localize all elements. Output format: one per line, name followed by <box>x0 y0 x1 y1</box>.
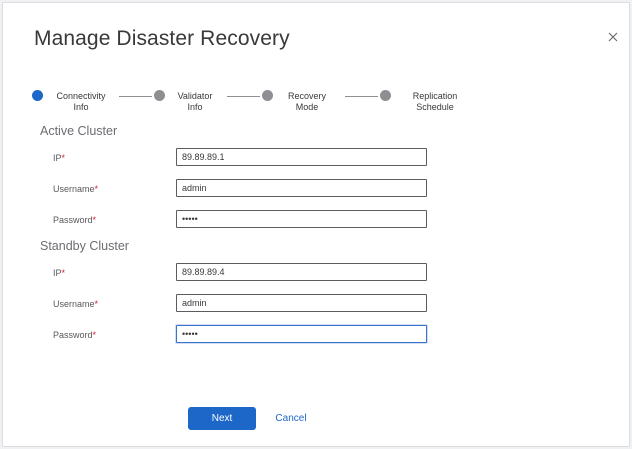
label-text: Username <box>53 299 95 309</box>
close-icon[interactable] <box>607 31 621 45</box>
active-password-input[interactable] <box>176 210 427 228</box>
standby-ip-input[interactable] <box>176 263 427 281</box>
standby-ip-label: IP* <box>53 268 65 278</box>
required-marker: * <box>94 184 99 194</box>
active-cluster-heading: Active Cluster <box>40 124 118 138</box>
label-text: Password <box>53 330 93 340</box>
step-label-line1: Validator <box>177 91 213 101</box>
step-validator-info[interactable]: Validator Info <box>155 91 235 113</box>
label-text: IP <box>53 153 62 163</box>
standby-username-input[interactable] <box>176 294 427 312</box>
step-dot-replication[interactable] <box>380 90 391 101</box>
label-text: Password <box>53 215 93 225</box>
required-marker: * <box>61 268 66 278</box>
standby-password-label: Password* <box>53 330 96 340</box>
active-username-label: Username* <box>53 184 98 194</box>
step-connectivity-info[interactable]: Connectivity Info <box>41 91 121 113</box>
step-label-line2: Mode <box>295 102 319 112</box>
step-recovery-mode[interactable]: Recovery Mode <box>267 91 347 113</box>
label-text: IP <box>53 268 62 278</box>
step-connector <box>119 96 152 97</box>
step-connector <box>227 96 260 97</box>
active-ip-input[interactable] <box>176 148 427 166</box>
active-password-label: Password* <box>53 215 96 225</box>
step-connector <box>345 96 378 97</box>
dialog-title: Manage Disaster Recovery <box>34 27 290 50</box>
required-marker: * <box>61 153 66 163</box>
step-label-line2: Info <box>187 102 203 112</box>
step-label-line2: Info <box>73 102 89 112</box>
step-label-line1: Connectivity <box>56 91 106 101</box>
required-marker: * <box>94 299 99 309</box>
active-username-input[interactable] <box>176 179 427 197</box>
required-marker: * <box>92 215 97 225</box>
standby-cluster-heading: Standby Cluster <box>40 239 129 253</box>
standby-password-input[interactable] <box>176 325 427 343</box>
active-ip-label: IP* <box>53 153 65 163</box>
step-replication-schedule[interactable]: Replication Schedule <box>395 91 475 113</box>
manage-disaster-recovery-dialog: Manage Disaster Recovery Connectivity In… <box>2 2 630 447</box>
required-marker: * <box>92 330 97 340</box>
step-label-line2: Schedule <box>416 102 454 112</box>
next-button[interactable]: Next <box>188 407 256 430</box>
step-label-line1: Replication <box>412 91 458 101</box>
label-text: Username <box>53 184 95 194</box>
cancel-button[interactable]: Cancel <box>268 407 314 430</box>
standby-username-label: Username* <box>53 299 98 309</box>
step-label-line1: Recovery <box>287 91 326 101</box>
